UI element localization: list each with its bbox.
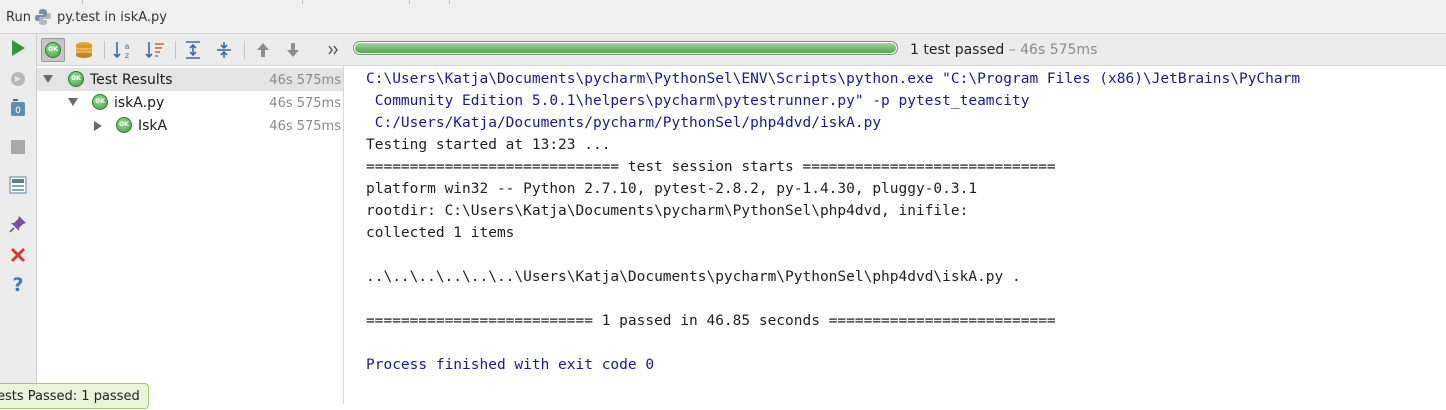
svg-text:0: 0 <box>15 106 21 116</box>
arrow-up-icon <box>257 43 269 57</box>
console-line: Testing started at 13:23 ... <box>366 137 611 153</box>
tree-item-time: 46s 575ms <box>269 119 341 134</box>
svg-text:z: z <box>125 51 129 60</box>
expand-arrow-icon[interactable] <box>43 75 53 83</box>
console-line: rootdir: C:\Users\Katja\Documents\pychar… <box>366 203 969 219</box>
ok-icon: OK <box>116 117 132 133</box>
console-line: Process finished with exit code 0 <box>366 357 655 373</box>
test-runner-toolbar: OK az 1 test passed – 46s 575ms <box>37 34 1446 66</box>
ok-icon: OK <box>92 94 108 110</box>
stop-icon <box>11 140 25 154</box>
rerun-button[interactable] <box>8 38 28 58</box>
tree-item-iska-py[interactable]: OK iskA.py 46s 575ms <box>37 91 343 114</box>
collapse-arrow-icon[interactable] <box>94 121 102 131</box>
rerun-failed-button[interactable] <box>8 69 28 89</box>
tab-strip-edge <box>0 0 450 4</box>
close-button[interactable] <box>8 245 28 265</box>
ignored-tests-icon <box>76 42 92 58</box>
rerun-failed-icon <box>11 72 25 86</box>
pin-icon <box>9 216 26 233</box>
tree-item-label: iskA.py <box>114 95 165 111</box>
test-progress-bar <box>353 41 898 55</box>
show-ignored-button[interactable] <box>72 38 96 62</box>
test-status-summary: 1 test passed <box>910 42 1005 58</box>
play-icon <box>12 40 25 56</box>
sort-alphabetically-button[interactable]: az <box>111 38 135 62</box>
close-icon <box>10 247 26 263</box>
console-line: ..\..\..\..\..\..\Users\Katja\Documents\… <box>366 269 1021 285</box>
expand-all-icon <box>186 41 200 59</box>
toolbar-separator <box>244 41 245 59</box>
tree-item-label: IskA <box>138 118 168 134</box>
console-line: ========================== 1 passed in 4… <box>366 313 1056 329</box>
test-progress-fill <box>355 43 896 53</box>
console-line: ============================= test sessi… <box>366 159 1056 175</box>
expand-all-button[interactable] <box>181 38 205 62</box>
toolbar-separator <box>175 41 176 59</box>
console-line: C:\Users\Katja\Documents\pycharm\PythonS… <box>366 71 1301 87</box>
console-line: platform win32 -- Python 2.7.10, pytest-… <box>366 181 978 197</box>
pin-tab-button[interactable] <box>8 214 28 234</box>
stop-button[interactable] <box>8 137 28 157</box>
collapse-all-button[interactable] <box>212 38 236 62</box>
sort-duration-icon <box>145 42 164 59</box>
show-passed-button[interactable]: OK <box>41 38 65 62</box>
run-tool-window-header: Run py.test in iskA.py <box>0 0 1446 34</box>
tree-item-label: Test Results <box>90 72 173 88</box>
test-status-time: – 46s 575ms <box>1004 42 1098 58</box>
toggle-auto-test-button[interactable]: 0 <box>8 98 28 118</box>
test-results-tree: OK Test Results 46s 575ms OK iskA.py 46s… <box>37 66 344 404</box>
sort-by-duration-button[interactable] <box>143 38 167 62</box>
console-line: Community Edition 5.0.1\helpers\pycharm\… <box>366 93 1030 109</box>
tree-item-iska-class[interactable]: OK IskA 46s 575ms <box>37 114 343 137</box>
chevron-double-right-icon <box>328 45 338 55</box>
help-icon: ? <box>12 274 23 294</box>
console-line: C:/Users/Katja/Documents/pycharm/PythonS… <box>366 115 882 131</box>
run-label: Run <box>6 10 31 25</box>
run-configuration-name: py.test in iskA.py <box>57 10 167 25</box>
layout-button[interactable] <box>8 175 28 195</box>
layout-icon <box>9 176 27 194</box>
svg-text:a: a <box>125 42 130 51</box>
run-side-toolbar: 0 ? <box>0 34 37 404</box>
help-button[interactable]: ? <box>8 274 28 294</box>
next-failed-button[interactable] <box>281 38 305 62</box>
tree-item-time: 46s 575ms <box>269 96 341 111</box>
python-icon <box>34 8 52 26</box>
more-actions-button[interactable] <box>321 38 345 62</box>
previous-failed-button[interactable] <box>251 38 275 62</box>
auto-test-icon: 0 <box>11 99 25 116</box>
toolbar-separator <box>104 41 105 59</box>
sort-alpha-icon: az <box>113 42 130 60</box>
tree-item-time: 46s 575ms <box>269 73 341 88</box>
ok-icon: OK <box>68 71 84 87</box>
tests-passed-notification[interactable]: ests Passed: 1 passed <box>0 383 149 409</box>
tree-item-test-results[interactable]: OK Test Results 46s 575ms <box>37 68 343 91</box>
test-status: 1 test passed – 46s 575ms <box>910 42 1097 58</box>
expand-arrow-icon[interactable] <box>68 98 78 106</box>
svg-text:?: ? <box>12 274 23 294</box>
console-line: collected 1 items <box>366 225 515 241</box>
collapse-all-icon <box>217 42 231 58</box>
console-output[interactable]: C:\Users\Katja\Documents\pycharm\PythonS… <box>345 66 1446 404</box>
ok-icon: OK <box>45 42 61 58</box>
arrow-down-icon <box>287 43 299 57</box>
